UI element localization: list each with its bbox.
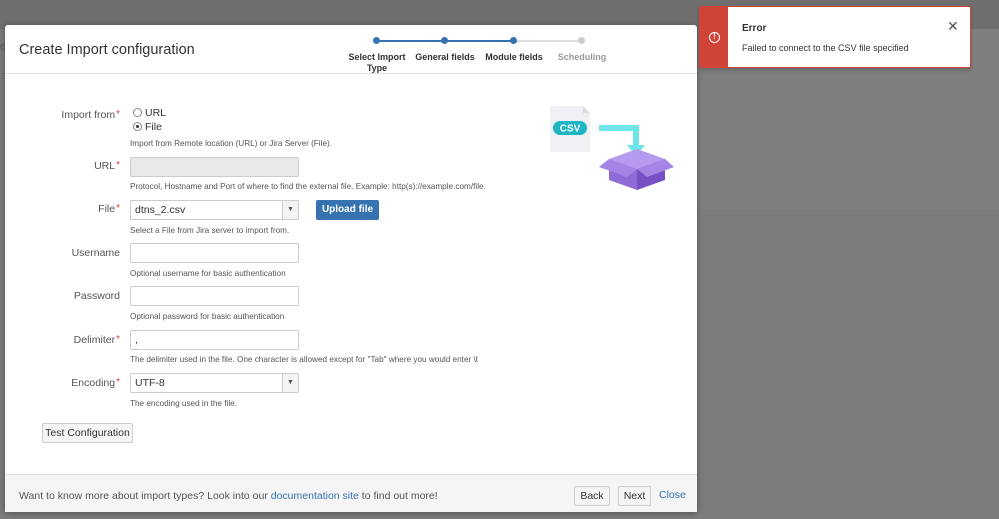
step-label-scheduling: Scheduling xyxy=(557,52,607,62)
step-dot-select-type xyxy=(373,37,380,44)
next-button[interactable]: Next xyxy=(618,486,651,506)
encoding-help: The encoding used in the file. xyxy=(130,399,237,408)
close-link[interactable]: Close xyxy=(659,489,686,501)
back-button[interactable]: Back xyxy=(574,486,610,506)
test-configuration-button[interactable]: Test Configuration xyxy=(42,423,133,443)
delimiter-label: Delimiter* xyxy=(73,334,120,346)
delimiter-help: The delimiter used in the file. One char… xyxy=(130,355,479,364)
file-select-value: dtns_2.csv xyxy=(135,204,186,216)
dialog-footer: Want to know more about import types? Lo… xyxy=(5,474,697,512)
url-help: Protocol, Hostname and Port of where to … xyxy=(130,182,486,191)
error-flag-message: Failed to connect to the CSV file specif… xyxy=(742,43,909,53)
encoding-select-value: UTF-8 xyxy=(135,377,165,389)
encoding-select[interactable]: UTF-8 ▼ xyxy=(130,373,299,393)
radio-file[interactable]: File xyxy=(133,121,162,133)
password-input[interactable] xyxy=(130,286,299,306)
radio-file-control[interactable] xyxy=(133,122,142,131)
csv-to-box-icon: CSV xyxy=(550,106,674,190)
delimiter-input[interactable]: , xyxy=(130,330,299,350)
step-dot-scheduling xyxy=(578,37,585,44)
file-select[interactable]: dtns_2.csv ▼ xyxy=(130,200,299,220)
radio-url[interactable]: URL xyxy=(133,107,166,119)
arrow-line xyxy=(599,125,639,147)
radio-url-control[interactable] xyxy=(133,108,142,117)
file-help: Select a File from Jira server to import… xyxy=(130,226,290,235)
import-from-label: Import from* xyxy=(61,109,120,121)
chevron-down-icon[interactable]: ▼ xyxy=(282,201,298,219)
password-label: Password xyxy=(73,290,120,302)
progress-tracker: Select Import Type General fields Module … xyxy=(345,25,625,74)
error-flag-title: Error xyxy=(742,23,767,34)
upload-file-button[interactable]: Upload file xyxy=(316,200,379,220)
progress-line-pending xyxy=(513,40,581,42)
username-label: Username xyxy=(71,247,120,259)
error-icon: ! xyxy=(709,32,720,43)
step-dot-general-fields xyxy=(441,37,448,44)
username-help: Optional username for basic authenticati… xyxy=(130,269,286,278)
step-label-module-fields[interactable]: Module fields xyxy=(482,52,546,63)
import-config-dialog: Create Import configuration Select Impor… xyxy=(5,25,697,512)
step-label-general-fields[interactable]: General fields xyxy=(413,52,477,63)
error-flag: ! Error Failed to connect to the CSV fil… xyxy=(699,6,971,68)
step-label-select-type[interactable]: Select Import Type xyxy=(345,52,409,74)
chevron-down-icon[interactable]: ▼ xyxy=(282,374,298,392)
documentation-link[interactable]: documentation site xyxy=(271,490,359,502)
footer-hint: Want to know more about import types? Lo… xyxy=(19,490,438,502)
document-fold xyxy=(583,106,590,113)
encoding-label: Encoding* xyxy=(71,377,120,389)
csv-badge-text: CSV xyxy=(560,124,581,135)
username-input[interactable] xyxy=(130,243,299,263)
file-label: File* xyxy=(98,203,120,215)
error-flag-stripe: ! xyxy=(700,7,728,67)
dialog-title: Create Import configuration xyxy=(19,42,195,58)
url-input xyxy=(130,157,299,177)
dialog-header: Create Import configuration Select Impor… xyxy=(5,25,697,74)
password-help: Optional password for basic authenticati… xyxy=(130,312,285,321)
import-from-help: Import from Remote location (URL) or Jir… xyxy=(130,139,333,148)
step-dot-module-fields xyxy=(510,37,517,44)
close-icon[interactable]: ✕ xyxy=(947,19,959,33)
url-label: URL* xyxy=(94,160,120,172)
